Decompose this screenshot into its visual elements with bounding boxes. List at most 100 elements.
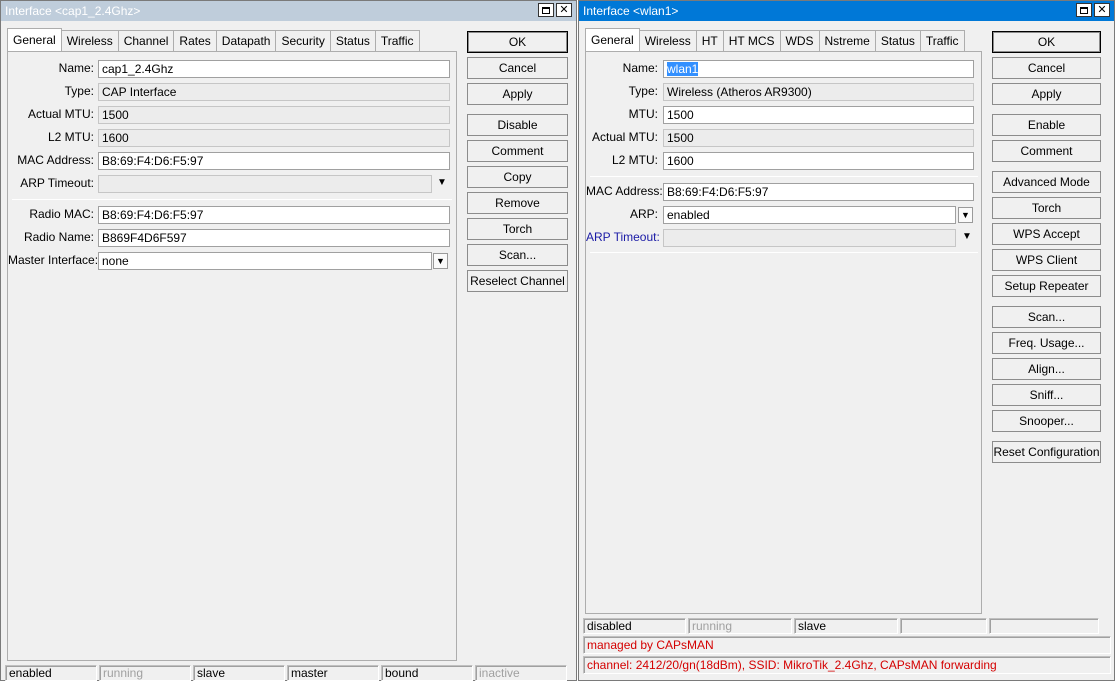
mac-address-input[interactable]: B8:69:F4:D6:F5:97 [98, 152, 450, 170]
tab-rates[interactable]: Rates [173, 30, 217, 51]
advanced-mode-button[interactable]: Advanced Mode [992, 171, 1101, 193]
ok-button[interactable]: OK [467, 31, 568, 53]
mtu-label: MTU: [628, 107, 658, 121]
tab-channel[interactable]: Channel [117, 30, 175, 51]
actual-mtu-row: Actual MTU: 1500 [586, 129, 983, 147]
radio-mac-input[interactable]: B8:69:F4:D6:F5:97 [98, 206, 450, 224]
arp-row: ARP: enabled ▼ [586, 206, 983, 224]
radio-name-label: Radio Name: [23, 230, 94, 244]
name-input[interactable]: cap1_2.4Ghz [98, 60, 450, 78]
tab-status[interactable]: Status [874, 30, 921, 51]
window-title-bar[interactable]: Interface <cap1_2.4Ghz> ✕ [1, 1, 576, 21]
enable-button[interactable]: Enable [992, 114, 1101, 136]
close-icon[interactable]: ✕ [1094, 3, 1110, 17]
master-interface-select[interactable]: none [98, 252, 432, 270]
window-title: Interface <cap1_2.4Ghz> [5, 4, 141, 18]
disable-button[interactable]: Disable [467, 114, 568, 136]
apply-button[interactable]: Apply [467, 83, 568, 105]
tab-ht-mcs[interactable]: HT MCS [722, 30, 781, 51]
general-panel: Name: cap1_2.4Ghz Type: CAP Interface Ac… [7, 51, 457, 661]
radio-name-input[interactable]: B869F4D6F597 [98, 229, 450, 247]
status-enabled: enabled [5, 665, 97, 681]
arp-label: ARP: [629, 207, 658, 221]
general-panel: Name: wlan1 Type: Wireless (Atheros AR93… [585, 51, 982, 614]
maximize-icon[interactable] [538, 3, 554, 17]
cancel-button[interactable]: Cancel [467, 57, 568, 79]
tab-traffic[interactable]: Traffic [374, 30, 420, 51]
actual-mtu-row: Actual MTU: 1500 [8, 106, 458, 124]
l2-mtu-field: 1600 [98, 129, 450, 147]
dropdown-arrow-icon[interactable]: ▼ [433, 253, 448, 269]
reselect-channel-button[interactable]: Reselect Channel [467, 270, 568, 292]
torch-button[interactable]: Torch [467, 218, 568, 240]
apply-button[interactable]: Apply [992, 83, 1101, 105]
reset-configuration-button[interactable]: Reset Configuration [992, 441, 1101, 463]
copy-button[interactable]: Copy [467, 166, 568, 188]
mac-address-row: MAC Address: B8:69:F4:D6:F5:97 [8, 152, 458, 170]
name-value: wlan1 [667, 62, 699, 76]
window-cap1: Interface <cap1_2.4Ghz> ✕ General Wirele… [0, 0, 577, 681]
setup-repeater-button[interactable]: Setup Repeater [992, 275, 1101, 297]
freq-usage-button[interactable]: Freq. Usage... [992, 332, 1101, 354]
tab-general[interactable]: General [7, 28, 62, 51]
maximize-icon[interactable] [1076, 3, 1092, 17]
snooper-button[interactable]: Snooper... [992, 410, 1101, 432]
mac-address-row: MAC Address: B8:69:F4:D6:F5:97 [586, 183, 983, 201]
window-title-bar[interactable]: Interface <wlan1> ✕ [579, 1, 1114, 21]
actual-mtu-label: Actual MTU: [591, 130, 658, 144]
remove-button[interactable]: Remove [467, 192, 568, 214]
comment-button[interactable]: Comment [992, 140, 1101, 162]
tab-wireless[interactable]: Wireless [60, 30, 119, 51]
scan-button[interactable]: Scan... [992, 306, 1101, 328]
tab-general[interactable]: General [585, 28, 640, 51]
arp-select[interactable]: enabled [663, 206, 956, 224]
dropdown-arrow-icon[interactable]: ▼ [958, 207, 973, 223]
radio-name-row: Radio Name: B869F4D6F597 [8, 229, 458, 247]
status-inactive: inactive [475, 665, 567, 681]
wps-accept-button[interactable]: WPS Accept [992, 223, 1101, 245]
mac-address-label: MAC Address: [586, 184, 663, 198]
actual-mtu-field: 1500 [98, 106, 450, 124]
mac-address-input[interactable]: B8:69:F4:D6:F5:97 [663, 183, 974, 201]
torch-button[interactable]: Torch [992, 197, 1101, 219]
l2-mtu-label: L2 MTU: [611, 153, 658, 167]
l2-mtu-input[interactable]: 1600 [663, 152, 974, 170]
tab-nstreme[interactable]: Nstreme [818, 30, 876, 51]
arp-timeout-label: ARP Timeout: [586, 230, 660, 244]
status-bar: enabled running slave master bound inact… [5, 665, 575, 681]
tab-ht[interactable]: HT [695, 30, 724, 51]
type-label: Type: [628, 84, 658, 98]
tab-security[interactable]: Security [275, 30, 331, 51]
arp-timeout-input[interactable] [98, 175, 432, 193]
status-master: master [287, 665, 379, 681]
align-button[interactable]: Align... [992, 358, 1101, 380]
name-input[interactable]: wlan1 [663, 60, 974, 78]
type-field: CAP Interface [98, 83, 450, 101]
chevron-down-icon[interactable]: ▼ [962, 231, 972, 242]
scan-button[interactable]: Scan... [467, 244, 568, 266]
arp-timeout-input[interactable] [663, 229, 956, 247]
chevron-down-icon[interactable]: ▼ [437, 177, 447, 188]
close-icon[interactable]: ✕ [556, 3, 572, 17]
divider [590, 252, 978, 253]
name-label: Name: [622, 61, 658, 75]
sniff-button[interactable]: Sniff... [992, 384, 1101, 406]
divider [12, 199, 452, 200]
tab-datapath[interactable]: Datapath [215, 30, 277, 51]
window-title: Interface <wlan1> [583, 4, 679, 18]
tab-status[interactable]: Status [329, 30, 376, 51]
status-slave: slave [794, 618, 898, 634]
tab-wireless[interactable]: Wireless [638, 30, 697, 51]
comment-button[interactable]: Comment [467, 140, 568, 162]
ok-button[interactable]: OK [992, 31, 1101, 53]
status-disabled: disabled [583, 618, 686, 634]
arp-timeout-row: ARP Timeout: ▼ [8, 175, 458, 193]
mtu-input[interactable]: 1500 [663, 106, 974, 124]
tab-wds[interactable]: WDS [779, 30, 820, 51]
tab-traffic[interactable]: Traffic [919, 30, 965, 51]
status-slave: slave [193, 665, 285, 681]
l2-mtu-label: L2 MTU: [47, 130, 94, 144]
wps-client-button[interactable]: WPS Client [992, 249, 1101, 271]
cancel-button[interactable]: Cancel [992, 57, 1101, 79]
mac-address-label: MAC Address: [17, 153, 94, 167]
